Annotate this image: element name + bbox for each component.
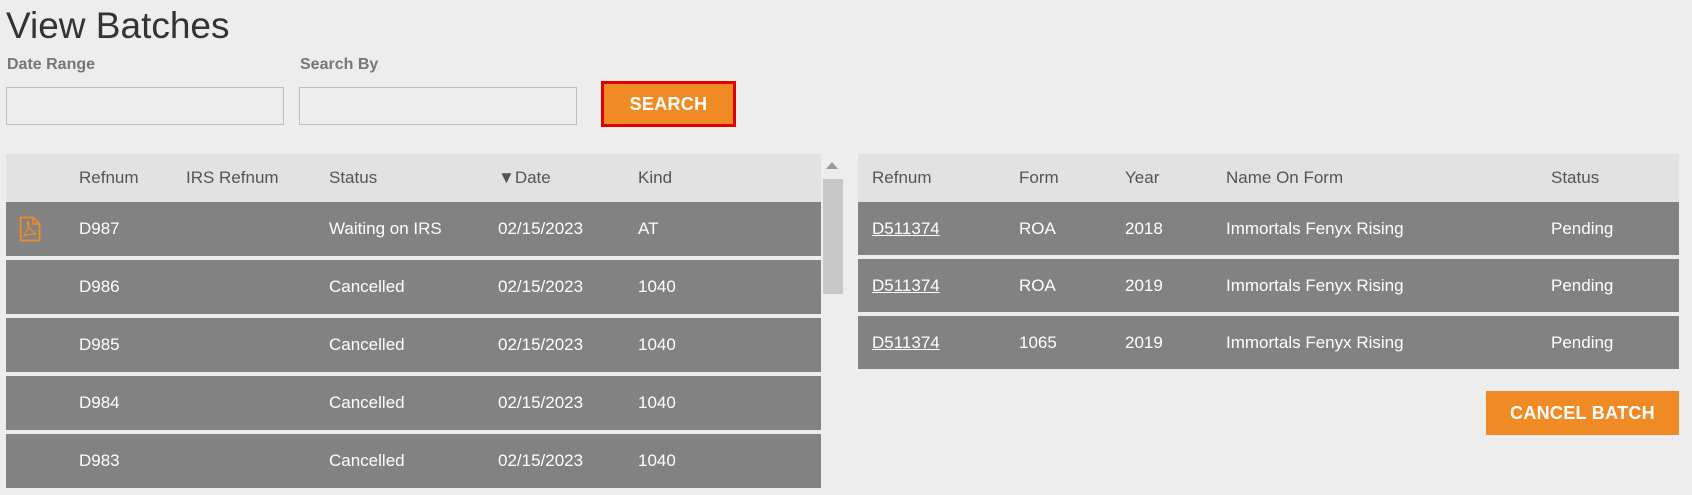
batch-refnum: D987 — [79, 219, 120, 238]
detail-year: 2019 — [1125, 276, 1163, 295]
scrollbar-thumb[interactable] — [823, 179, 843, 294]
batch-status: Cancelled — [329, 335, 405, 354]
detail-row[interactable]: D511374 ROA 2018 Immortals Fenyx Rising … — [858, 202, 1679, 255]
detail-year: 2019 — [1125, 333, 1163, 352]
batch-detail-table: Refnum Form Year Name On Form Status D51… — [858, 154, 1679, 369]
detail-row[interactable]: D511374 ROA 2019 Immortals Fenyx Rising … — [858, 259, 1679, 312]
column-header-year[interactable]: Year — [1125, 154, 1159, 202]
scroll-up-arrow-icon[interactable] — [826, 162, 838, 169]
search-by-label: Search By — [300, 56, 379, 73]
detail-year: 2018 — [1125, 219, 1163, 238]
batch-refnum: D986 — [79, 277, 120, 296]
batch-date: 02/15/2023 — [498, 451, 584, 470]
search-by-input[interactable] — [299, 87, 577, 125]
detail-form: ROA — [1019, 219, 1056, 238]
detail-refnum-link[interactable]: D511374 — [872, 259, 940, 312]
batch-row[interactable]: D984 Cancelled 02/15/2023 1040 — [6, 376, 821, 430]
batch-kind: AT — [638, 219, 659, 238]
batch-row[interactable]: D983 Cancelled 02/15/2023 1040 — [6, 434, 821, 488]
batch-date: 02/15/2023 — [498, 277, 584, 296]
detail-refnum-link[interactable]: D511374 — [872, 202, 940, 255]
batch-kind: 1040 — [638, 277, 676, 296]
detail-form: ROA — [1019, 276, 1056, 295]
detail-name-on-form: Immortals Fenyx Rising — [1226, 219, 1404, 238]
batch-row[interactable]: D986 Cancelled 02/15/2023 1040 — [6, 260, 821, 314]
column-header-refnum[interactable]: Refnum — [79, 154, 139, 202]
batch-kind: 1040 — [638, 393, 676, 412]
batch-row[interactable]: D985 Cancelled 02/15/2023 1040 — [6, 318, 821, 372]
batch-date: 02/15/2023 — [498, 219, 584, 238]
batch-date: 02/15/2023 — [498, 335, 584, 354]
batch-kind: 1040 — [638, 335, 676, 354]
batch-status: Waiting on IRS — [329, 219, 442, 238]
detail-status: Pending — [1551, 219, 1614, 238]
cancel-batch-button[interactable]: CANCEL BATCH — [1486, 391, 1679, 435]
detail-name-on-form: Immortals Fenyx Rising — [1226, 276, 1404, 295]
date-range-input[interactable] — [6, 87, 284, 125]
search-button[interactable]: SEARCH — [601, 81, 736, 127]
detail-status: Pending — [1551, 333, 1614, 352]
batch-refnum: D983 — [79, 451, 120, 470]
column-header-form[interactable]: Form — [1019, 154, 1059, 202]
pdf-icon[interactable] — [19, 216, 41, 242]
column-header-name-on-form[interactable]: Name On Form — [1226, 154, 1343, 202]
detail-row[interactable]: D511374 1065 2019 Immortals Fenyx Rising… — [858, 316, 1679, 369]
detail-refnum-link[interactable]: D511374 — [872, 316, 940, 369]
batches-table: Refnum IRS Refnum Status ▼Date Kind D987… — [6, 154, 821, 488]
batches-scrollbar[interactable] — [821, 154, 843, 495]
column-header-date[interactable]: ▼Date — [498, 154, 551, 202]
batch-status: Cancelled — [329, 451, 405, 470]
column-header-kind[interactable]: Kind — [638, 154, 672, 202]
column-header-refnum[interactable]: Refnum — [872, 154, 932, 202]
column-header-irs-refnum[interactable]: IRS Refnum — [186, 154, 279, 202]
detail-name-on-form: Immortals Fenyx Rising — [1226, 333, 1404, 352]
batches-table-header: Refnum IRS Refnum Status ▼Date Kind — [6, 154, 821, 202]
detail-status: Pending — [1551, 276, 1614, 295]
batch-detail-header: Refnum Form Year Name On Form Status — [858, 154, 1679, 202]
batch-status: Cancelled — [329, 393, 405, 412]
batch-refnum: D985 — [79, 335, 120, 354]
batch-date: 02/15/2023 — [498, 393, 584, 412]
batch-status: Cancelled — [329, 277, 405, 296]
batch-row[interactable]: D987 Waiting on IRS 02/15/2023 AT — [6, 202, 821, 256]
date-range-label: Date Range — [7, 56, 96, 73]
page-title: View Batches — [6, 5, 230, 46]
batch-refnum: D984 — [79, 393, 120, 412]
detail-form: 1065 — [1019, 333, 1057, 352]
column-header-status[interactable]: Status — [329, 154, 377, 202]
batch-kind: 1040 — [638, 451, 676, 470]
column-header-status[interactable]: Status — [1551, 154, 1599, 202]
